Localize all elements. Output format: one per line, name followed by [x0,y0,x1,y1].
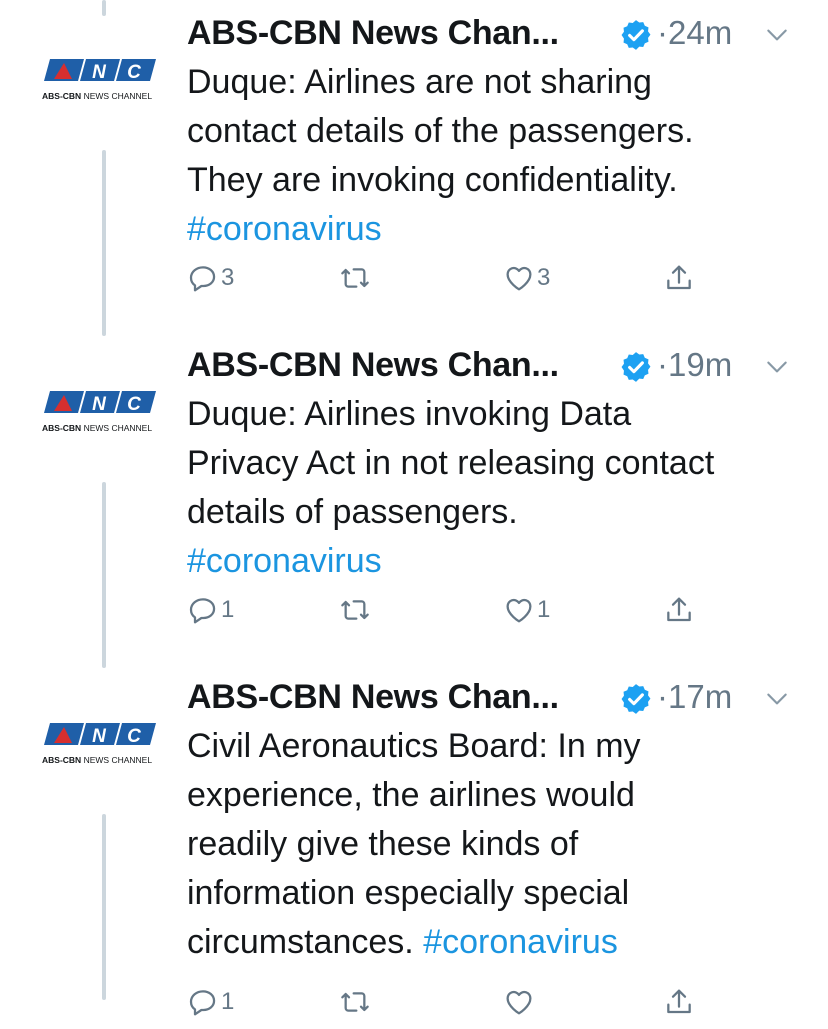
avatar-caption-rest: NEWS CHANNEL [84,423,153,433]
tweet-actions: 1 1 [187,590,707,630]
tweet[interactable]: N C ABS-CBN NEWS CHANNEL ABS-CBN News Ch… [0,0,828,336]
avatar-caption-rest: NEWS CHANNEL [84,755,153,765]
reply-button[interactable]: 1 [187,590,234,630]
tweet-time[interactable]: 17m [668,678,732,715]
tweet-text-line: information especially special [187,874,630,912]
share-icon [667,989,691,1014]
anc-logo-n: N [92,62,107,83]
reply-button[interactable]: 3 [187,258,234,298]
svg-text:ABS-CBN NEWS CHANNEL: ABS-CBN NEWS CHANNEL [42,91,152,101]
tweet-text-line: Duque: Airlines are not sharing [187,63,652,101]
like-button[interactable] [503,982,537,1022]
chevron-down-icon[interactable] [764,686,790,712]
tweet-text-line: contact details of the passengers. [187,112,694,150]
hashtag-link[interactable]: #coronavirus [423,923,618,961]
thread-line [102,482,106,668]
anc-logo-c: C [127,726,141,747]
thread-line [102,814,106,1000]
avatar-caption-bold: ABS-CBN [42,91,81,101]
reply-button[interactable]: 1 [187,982,234,1022]
hashtag-link[interactable]: #coronavirus [187,542,382,580]
avatar[interactable]: N C ABS-CBN NEWS CHANNEL [42,55,168,105]
retweet-icon [341,268,369,288]
tweet-text-line: Privacy Act in not releasing contact [187,444,715,482]
retweet-icon [341,600,369,620]
anc-logo-c: C [127,394,141,415]
hashtag-link[interactable]: #coronavirus [187,210,382,248]
account-name[interactable]: ABS-CBN News Chan... [187,678,559,717]
avatar[interactable]: N C ABS-CBN NEWS CHANNEL [42,387,168,437]
heart-icon [506,598,532,623]
verified-badge-icon [621,352,651,382]
like-count: 1 [537,596,551,623]
svg-text:ABS-CBN NEWS CHANNEL: ABS-CBN NEWS CHANNEL [42,423,152,433]
account-name[interactable]: ABS-CBN News Chan... [187,346,559,385]
tweet-header: ABS-CBN News Chan... ·19m [187,344,798,386]
heart-icon [506,990,532,1015]
tweet-text: Civil Aeronautics Board: In my experienc… [187,722,792,967]
retweet-icon [341,992,369,1012]
verified-badge-icon [621,684,651,714]
reply-count: 1 [221,596,235,623]
tweet-text: Duque: Airlines invoking Data Privacy Ac… [187,390,792,586]
tweet-actions: 1 [187,982,707,1022]
avatar[interactable]: N C ABS-CBN NEWS CHANNEL [42,719,168,769]
retweet-button[interactable] [339,258,373,298]
svg-text:ABS-CBN NEWS CHANNEL: ABS-CBN NEWS CHANNEL [42,755,152,765]
chevron-down-icon[interactable] [764,22,790,48]
reply-count: 3 [221,264,235,291]
account-name[interactable]: ABS-CBN News Chan... [187,14,559,53]
avatar-caption-bold: ABS-CBN [42,755,81,765]
anc-logo-n: N [92,394,107,415]
tweet-text-line: circumstances. [187,923,424,961]
share-button[interactable] [663,258,695,298]
thread-line [102,150,106,336]
share-button[interactable] [663,590,695,630]
tweet-text-line: Duque: Airlines invoking Data [187,395,632,433]
reply-icon [189,990,216,1016]
heart-icon [506,266,532,291]
tweet-time[interactable]: 19m [668,346,732,383]
retweet-button[interactable] [339,590,373,630]
anc-logo-n: N [92,726,107,747]
tweet-text-line: They are invoking confidentiality. [187,161,678,199]
tweet-text-line: experience, the airlines would [187,776,635,814]
tweet[interactable]: N C ABS-CBN NEWS CHANNEL ABS-CBN News Ch… [0,664,828,1029]
tweet-text-line: details of passengers. [187,493,518,531]
thread-line [102,0,106,16]
tweet-header: ABS-CBN News Chan... ·24m [187,12,798,54]
reply-count: 1 [221,988,235,1015]
tweet-text: Duque: Airlines are not sharing contact … [187,58,792,254]
tweet-text-line: readily give these kinds of [187,825,579,863]
tweet-actions: 3 3 [187,258,707,298]
tweet-time[interactable]: 24m [668,14,732,51]
share-icon [667,265,691,290]
chevron-down-icon[interactable] [764,354,790,380]
tweet-header: ABS-CBN News Chan... ·17m [187,676,798,718]
share-button[interactable] [663,982,695,1022]
anc-logo-c: C [127,62,141,83]
share-icon [667,597,691,622]
like-button[interactable]: 1 [503,590,550,630]
reply-icon [189,598,216,624]
like-button[interactable]: 3 [503,258,550,298]
tweet-text-line: Civil Aeronautics Board: In my [187,727,641,765]
verified-badge-icon [621,20,651,50]
tweet[interactable]: N C ABS-CBN NEWS CHANNEL ABS-CBN News Ch… [0,332,828,668]
reply-icon [189,266,216,292]
retweet-button[interactable] [339,982,373,1022]
like-count: 3 [537,264,551,291]
avatar-caption-rest: NEWS CHANNEL [84,91,153,101]
avatar-caption-bold: ABS-CBN [42,423,81,433]
